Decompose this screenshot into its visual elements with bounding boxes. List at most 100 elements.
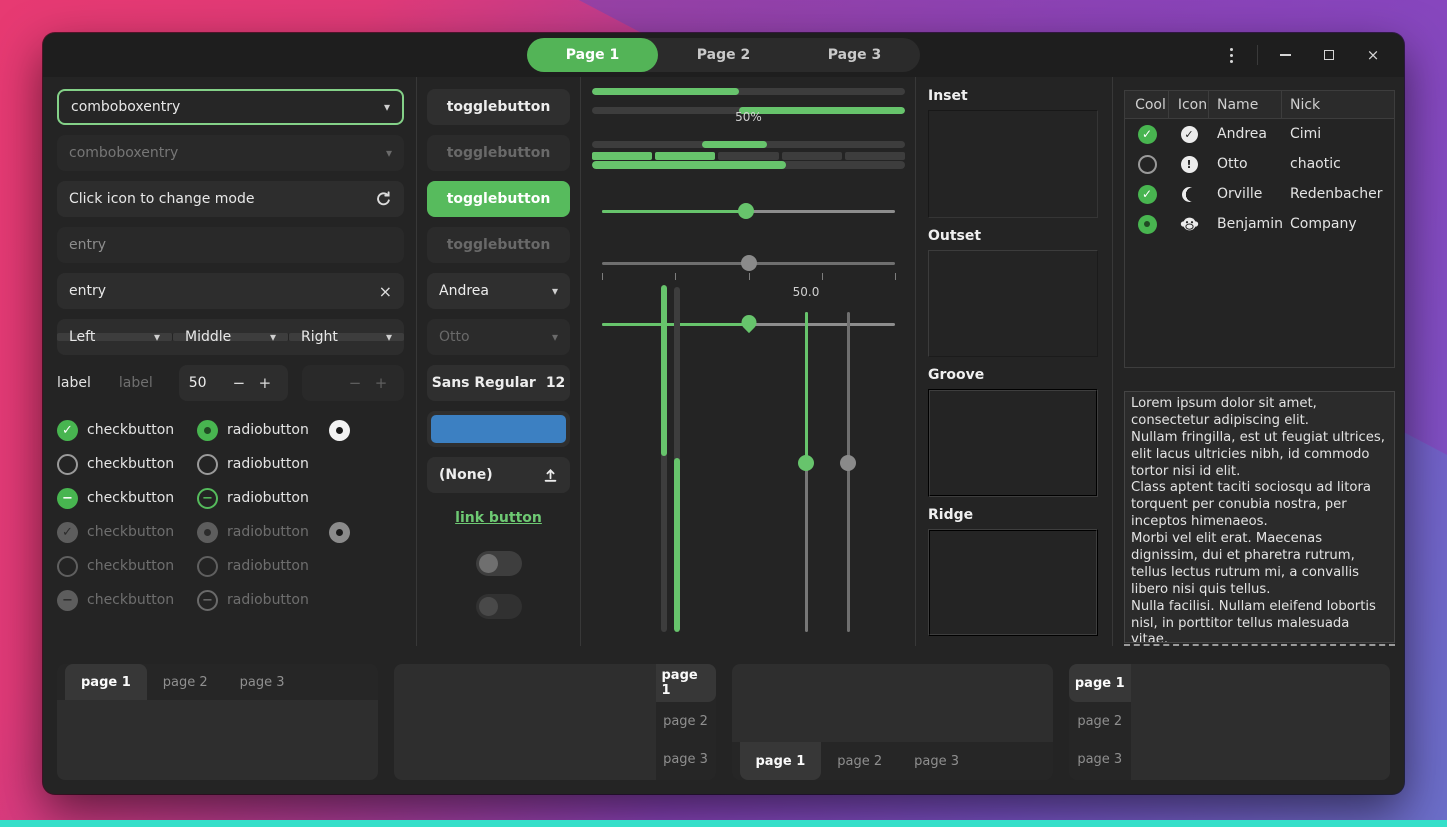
spin-plus-button[interactable]: +	[252, 374, 278, 392]
cool-checked-icon[interactable]: ✓	[1138, 125, 1157, 144]
vslider[interactable]	[798, 312, 814, 632]
header-icon[interactable]: Icon	[1169, 91, 1209, 118]
nb1-tab-page2[interactable]: page 2	[147, 664, 224, 700]
clear-icon[interactable]: ×	[379, 282, 392, 301]
mode-entry[interactable]: Click icon to change mode	[57, 181, 404, 217]
entry-with-clear[interactable]: entry ×	[57, 273, 404, 309]
radio-empty-icon[interactable]	[197, 454, 218, 475]
desktop-dock-strip	[0, 820, 1447, 827]
nb4-tab-page3[interactable]: page 3	[1069, 740, 1131, 778]
notebook4-content	[1131, 664, 1390, 780]
radio-indeterminate-icon[interactable]: −	[197, 488, 218, 509]
tab-page-2[interactable]: Page 2	[658, 38, 789, 72]
close-button[interactable]: ×	[1356, 38, 1390, 72]
cool-checked-icon[interactable]: ✓	[1138, 185, 1157, 204]
frame-inset	[928, 110, 1098, 218]
hslider-knob[interactable]	[738, 203, 754, 219]
header-tab-group: Page 1 Page 2 Page 3	[527, 38, 920, 72]
spin-plus-button: +	[368, 374, 394, 392]
nb3-tab-page1[interactable]: page 1	[740, 742, 822, 780]
hslider-marks-knob[interactable]	[738, 312, 759, 333]
comboboxentry-focused[interactable]: comboboxentry ▾	[57, 89, 404, 125]
chevron-down-icon[interactable]: ▾	[384, 100, 390, 114]
nb4-tab-page2[interactable]: page 2	[1069, 702, 1131, 740]
table-row[interactable]: ✓ ✓ Andrea Cimi	[1125, 119, 1394, 149]
checkbutton-label: checkbutton	[87, 558, 174, 574]
radio-indeterminate-icon: −	[197, 590, 218, 611]
nb1-tab-page3[interactable]: page 3	[224, 664, 301, 700]
nb2-tab-page1[interactable]: page 1	[656, 664, 716, 702]
cool-unchecked-icon[interactable]	[1138, 155, 1157, 174]
vlevelbar-top-fill	[661, 285, 667, 632]
radio-selected-icon[interactable]	[197, 420, 218, 441]
maximize-button[interactable]	[1312, 38, 1346, 72]
spinbutton[interactable]: 50 − +	[179, 365, 288, 401]
table-row[interactable]: Benjamin Company	[1125, 209, 1394, 239]
hslider[interactable]	[602, 203, 895, 219]
chevron-down-icon: ▾	[552, 284, 558, 298]
header-cool[interactable]: Cool	[1125, 91, 1169, 118]
nb1-tab-page1[interactable]: page 1	[65, 664, 147, 700]
table-row[interactable]: ✓ Orville Redenbacher	[1125, 179, 1394, 209]
checkbox-checked-icon[interactable]: ✓	[57, 420, 78, 441]
nb4-tab-page1[interactable]: page 1	[1069, 664, 1131, 702]
name-dropdown[interactable]: Andrea ▾	[427, 273, 570, 309]
checkbutton-unchecked[interactable]: checkbutton	[57, 454, 197, 475]
notebook2-tabbar: page 1 page 2 page 3	[656, 664, 716, 780]
scale-value-label: 50.0	[776, 285, 836, 299]
window-controls: ×	[1215, 33, 1390, 77]
header-nick[interactable]: Nick	[1282, 91, 1394, 118]
font-button[interactable]: Sans Regular 12	[427, 365, 570, 401]
dropdown-left[interactable]: Left ▾	[57, 333, 173, 341]
cool-radio-icon[interactable]	[1138, 215, 1157, 234]
radiobutton-selected[interactable]: radiobutton	[197, 420, 329, 441]
radiobutton-label: radiobutton	[227, 524, 309, 540]
treeview-table[interactable]: Cool Icon Name Nick ✓ ✓ Andrea Cimi !	[1124, 90, 1395, 368]
refresh-icon[interactable]	[375, 191, 392, 208]
radio-standalone-icon[interactable]	[329, 420, 350, 441]
name-dropdown-disabled: Otto ▾	[427, 319, 570, 355]
nb2-tab-page2[interactable]: page 2	[656, 702, 716, 740]
switch-off-disabled	[476, 594, 522, 619]
menu-kebab-icon[interactable]	[1215, 39, 1247, 71]
nb2-tab-page3[interactable]: page 3	[656, 740, 716, 778]
table-row[interactable]: ! Otto chaotic	[1125, 149, 1394, 179]
radiobutton-indeterminate[interactable]: − radiobutton	[197, 488, 329, 509]
switch-off[interactable]	[476, 551, 522, 576]
desktop-background: Page 1 Page 2 Page 3 × comboboxentry ▾	[0, 0, 1447, 827]
link-button[interactable]: link button	[427, 503, 570, 533]
checkbox-empty-icon[interactable]	[57, 454, 78, 475]
chevron-down-icon: ▾	[154, 330, 160, 344]
nb3-tab-page2[interactable]: page 2	[821, 742, 898, 780]
checkbutton-checked[interactable]: ✓ checkbutton	[57, 420, 197, 441]
titlebar[interactable]: Page 1 Page 2 Page 3 ×	[43, 33, 1404, 77]
file-chooser-button[interactable]: (None)	[427, 457, 570, 493]
dropdown-middle[interactable]: Middle ▾	[173, 333, 289, 341]
checkbox-indeterminate-icon[interactable]: −	[57, 488, 78, 509]
name-dropdown-value: Andrea	[439, 283, 552, 299]
minimize-icon	[1280, 54, 1291, 56]
checkbutton-indeterminate[interactable]: − checkbutton	[57, 488, 197, 509]
checkbutton-label: checkbutton	[87, 422, 174, 438]
tab-page-3[interactable]: Page 3	[789, 38, 920, 72]
spin-minus-button[interactable]: −	[226, 374, 252, 392]
radio-standalone-disabled-icon	[329, 522, 350, 543]
vslider-knob[interactable]	[798, 455, 814, 471]
font-name: Sans Regular	[432, 375, 536, 391]
minimize-button[interactable]	[1268, 38, 1302, 72]
togglebutton-normal[interactable]: togglebutton	[427, 89, 570, 125]
tab-page-1[interactable]: Page 1	[527, 38, 658, 72]
progressbar-left-to-right	[592, 88, 905, 95]
levelbar-discrete	[592, 152, 905, 160]
color-button[interactable]	[427, 411, 570, 447]
header-name[interactable]: Name	[1209, 91, 1282, 118]
frame-outset	[928, 250, 1098, 358]
nb3-tab-page3[interactable]: page 3	[898, 742, 975, 780]
radiobutton-unselected[interactable]: radiobutton	[197, 454, 329, 475]
togglebutton-active[interactable]: togglebutton	[427, 181, 570, 217]
textview[interactable]: Lorem ipsum dolor sit amet, consectetur …	[1124, 391, 1395, 643]
table-header[interactable]: Cool Icon Name Nick	[1125, 91, 1394, 119]
dropdown-right[interactable]: Right ▾	[289, 333, 404, 341]
cell-nick: Company	[1282, 216, 1394, 232]
spinbutton-value[interactable]: 50	[189, 375, 226, 391]
